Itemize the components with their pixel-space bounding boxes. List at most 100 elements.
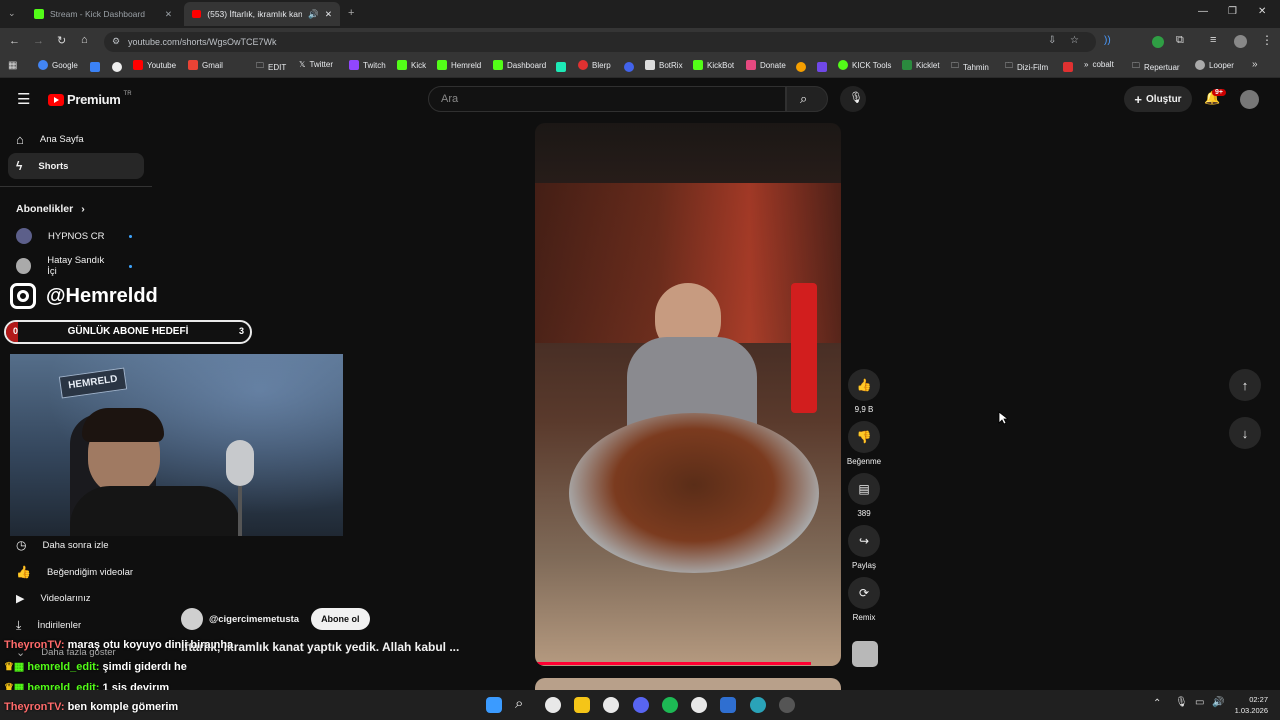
extension-bookmark-icon[interactable]: [556, 62, 566, 72]
sidebar-item-downloads[interactable]: ⤓ İndirilenler: [8, 612, 144, 638]
microphone-icon[interactable]: 🎙: [1175, 697, 1188, 708]
remix-action[interactable]: ⟳ Remix: [848, 577, 880, 622]
file-explorer-icon[interactable]: [574, 697, 590, 713]
dislike-action[interactable]: 👎 Beğenme: [844, 421, 884, 466]
sidebar-item-your-videos[interactable]: ▶ Videolarınız: [8, 585, 144, 611]
shorts-video-player[interactable]: [535, 123, 841, 666]
menu-icon[interactable]: ⋮: [1261, 33, 1273, 47]
bookmark-donate[interactable]: Donate: [746, 60, 786, 70]
site-info-icon[interactable]: ⚙: [112, 36, 120, 47]
clock[interactable]: 02:27 1.03.2026: [1230, 694, 1268, 716]
volume-icon[interactable]: 🔊: [1212, 697, 1224, 708]
bookmark-kicklet[interactable]: Kicklet: [902, 60, 940, 70]
comments-action[interactable]: ▤ 389: [848, 473, 880, 518]
minimize-icon[interactable]: —: [1198, 6, 1208, 17]
search-button[interactable]: ⌕: [786, 86, 828, 112]
account-avatar[interactable]: [1240, 90, 1259, 109]
bookmark-kickbot[interactable]: KickBot: [693, 60, 734, 70]
sidebar-sub-hatay[interactable]: Hatay Sandık İçi: [16, 255, 133, 277]
extensions-puzzle-icon[interactable]: ⧉: [1176, 34, 1184, 47]
install-icon[interactable]: ⇩: [1048, 35, 1056, 46]
profile-avatar[interactable]: [1234, 35, 1247, 48]
tab-search-icon[interactable]: ⌄: [8, 8, 16, 19]
channel-name[interactable]: @cigercimemetusta: [209, 614, 299, 625]
more-bookmarks-icon[interactable]: »: [1252, 59, 1258, 70]
bookmark-blerp[interactable]: Blerp: [578, 60, 611, 70]
bookmark-dizi-film[interactable]: 🗀 Dizi-Film: [1005, 60, 1048, 74]
bookmark-kick[interactable]: Kick: [397, 60, 426, 70]
sidebar-item-liked-videos[interactable]: 👍 Beğendiğim videolar: [8, 559, 144, 585]
video-progress[interactable]: [535, 662, 811, 665]
yandex-icon[interactable]: [1063, 62, 1073, 72]
bookmark-gmail[interactable]: Gmail: [188, 60, 223, 70]
hamburger-menu-icon[interactable]: ☰: [17, 90, 30, 108]
address-bar[interactable]: ⚙ youtube.com/shorts/WgsOwTCE7Wk ⇩ ☆: [104, 32, 1096, 52]
translate-icon[interactable]: [90, 62, 100, 72]
purple-bookmark-icon[interactable]: [817, 62, 827, 72]
media-control-icon[interactable]: ≡: [1210, 34, 1216, 46]
home-icon[interactable]: ⌂: [81, 34, 88, 46]
search-icon[interactable]: ⌕: [515, 695, 523, 712]
chrome-icon[interactable]: [691, 697, 707, 713]
youtube-premium-logo[interactable]: Premium TR: [48, 91, 132, 107]
bookmark-cobalt[interactable]: » cobalt: [1084, 60, 1114, 69]
close-tab-icon[interactable]: ✕: [165, 9, 172, 20]
bookmark-repertuar[interactable]: 🗀 Repertuar: [1132, 60, 1180, 74]
sound-thumbnail[interactable]: [852, 641, 878, 667]
comments-button[interactable]: ▤: [848, 473, 880, 505]
previous-short-button[interactable]: ↑: [1229, 369, 1261, 401]
bookmark-tahmin[interactable]: 🗀 Tahmin: [951, 60, 989, 74]
restore-icon[interactable]: ❐: [1228, 6, 1237, 17]
emoji-bookmark-icon[interactable]: [796, 62, 806, 72]
app-icon[interactable]: [720, 697, 736, 713]
bookmark-google[interactable]: Google: [38, 60, 78, 70]
chrome-icon[interactable]: [545, 697, 561, 713]
close-window-icon[interactable]: ✕: [1258, 6, 1266, 17]
like-button[interactable]: 👍: [848, 369, 880, 401]
bookmark-twitch[interactable]: Twitch: [349, 60, 386, 70]
create-button[interactable]: + Oluştur: [1124, 86, 1192, 112]
tab-kick-dashboard[interactable]: Stream - Kick Dashboard ✕: [26, 2, 180, 26]
obs-icon[interactable]: [779, 697, 795, 713]
reload-icon[interactable]: ↻: [57, 34, 66, 47]
bookmark-botrix[interactable]: BotRix: [645, 60, 683, 70]
extension-shield-icon[interactable]: [1152, 36, 1164, 48]
r-bookmark-icon[interactable]: [624, 62, 634, 72]
tab-youtube-short[interactable]: (553) İftarlık, ikramlık kanat 🔊 ✕: [184, 2, 340, 26]
subscriptions-header[interactable]: Abonelikler ›: [16, 203, 85, 215]
edge-icon[interactable]: [750, 697, 766, 713]
share-action[interactable]: ↪ Paylaş: [848, 525, 880, 570]
next-short-button[interactable]: ↓: [1229, 417, 1261, 449]
bookmark-twitter[interactable]: 𝕏 Twitter: [299, 60, 333, 69]
bookmark-kick-tools[interactable]: KICK Tools: [838, 60, 891, 70]
chrome-icon[interactable]: [603, 697, 619, 713]
subscribe-button[interactable]: Abone ol: [311, 608, 370, 630]
dislike-button[interactable]: 👎: [848, 421, 880, 453]
bookmark-edit[interactable]: 🗀 EDIT: [256, 60, 286, 74]
remix-button[interactable]: ⟳: [848, 577, 880, 609]
new-tab-icon[interactable]: +: [348, 7, 354, 19]
spotify-icon[interactable]: [662, 697, 678, 713]
bookmark-star-icon[interactable]: ☆: [1070, 35, 1079, 46]
search-input[interactable]: Ara: [428, 86, 786, 112]
bookmark-dashboard[interactable]: Dashboard: [493, 60, 546, 70]
close-tab-icon[interactable]: ✕: [325, 9, 332, 20]
chevron-up-icon[interactable]: ⌃: [1153, 698, 1161, 709]
like-action[interactable]: 👍 9,9 B: [848, 369, 880, 414]
sidebar-item-shorts[interactable]: ϟ Shorts: [8, 153, 144, 179]
bookmark-youtube[interactable]: Youtube: [133, 60, 176, 70]
channel-avatar[interactable]: [181, 608, 203, 630]
apps-grid-icon[interactable]: ▦: [8, 60, 17, 71]
next-short-preview[interactable]: [535, 678, 841, 690]
extension-icon[interactable]: )): [1104, 35, 1111, 46]
discord-icon[interactable]: [633, 697, 649, 713]
bookmark-looper[interactable]: Looper: [1195, 60, 1234, 70]
speaker-icon[interactable]: 🔊: [308, 9, 319, 20]
back-icon[interactable]: ←: [9, 35, 20, 47]
share-button[interactable]: ↪: [848, 525, 880, 557]
sidebar-sub-hypnos[interactable]: HYPNOS CR: [16, 228, 132, 244]
forward-icon[interactable]: →: [33, 35, 44, 47]
windows-start-icon[interactable]: [486, 697, 502, 713]
bookmark-hemreld[interactable]: Hemreld: [437, 60, 481, 70]
chrome-icon[interactable]: [112, 62, 122, 72]
